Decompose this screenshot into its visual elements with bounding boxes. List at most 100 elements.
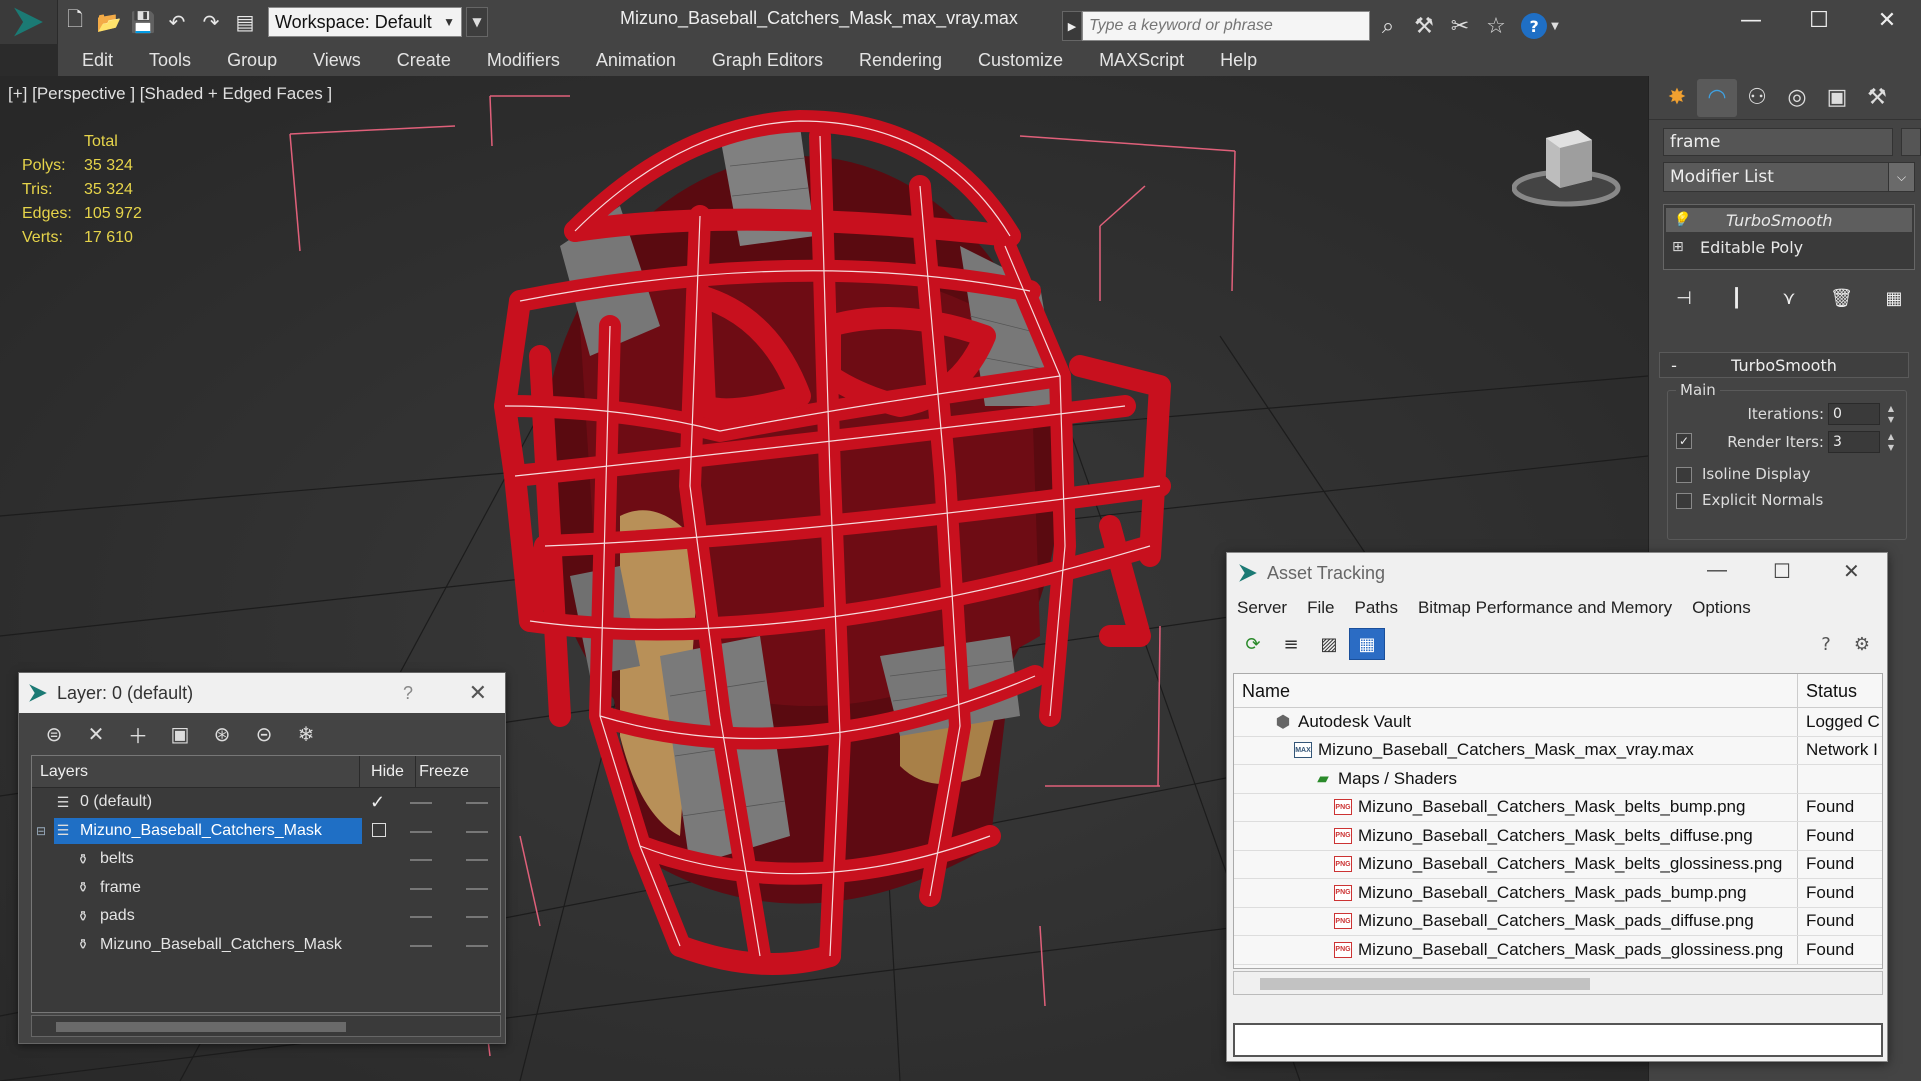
col-freeze[interactable]: Freeze (416, 756, 472, 788)
search-input[interactable] (1082, 11, 1370, 41)
asset-row[interactable]: PNG Mizuno_Baseball_Catchers_Mask_belts_g… (1234, 850, 1882, 879)
table-view-icon[interactable]: ▦ (1349, 628, 1385, 660)
scrollbar-thumb[interactable] (1260, 978, 1590, 990)
asset-row[interactable]: MAX Mizuno_Baseball_Catchers_Mask_max_vra… (1234, 736, 1882, 765)
close-icon[interactable]: ✕ (469, 680, 487, 706)
menu-create[interactable]: Create (379, 50, 469, 71)
asset-row[interactable]: PNG Mizuno_Baseball_Catchers_Mask_pads_di… (1234, 907, 1882, 936)
freeze-toggle[interactable] (466, 802, 488, 804)
col-status[interactable]: Status (1798, 674, 1857, 708)
layer-horizontal-scrollbar[interactable] (31, 1015, 501, 1037)
maximize-icon[interactable]: ☐ (1773, 559, 1791, 584)
hide-all-layers-icon[interactable]: ⊝ (243, 718, 285, 750)
hide-toggle[interactable] (410, 859, 432, 861)
asset-row[interactable]: PNG Mizuno_Baseball_Catchers_Mask_pads_gl… (1234, 936, 1882, 965)
menu-maxscript[interactable]: MAXScript (1081, 50, 1202, 71)
asset-row[interactable]: ▰ Maps / Shaders (1234, 765, 1882, 794)
menu-customize[interactable]: Customize (960, 50, 1081, 71)
minimize-icon[interactable]: — (1707, 559, 1727, 582)
new-file-icon[interactable]: 🗋 (58, 5, 92, 39)
isoline-display-checkbox[interactable] (1676, 467, 1692, 483)
motion-tab-icon[interactable]: ◎ (1777, 79, 1817, 117)
freeze-toggle[interactable] (466, 916, 488, 918)
col-name[interactable]: Name (1234, 673, 1798, 708)
tools-icon[interactable]: ⚒ (1406, 8, 1442, 44)
hide-toggle[interactable] (410, 830, 432, 833)
stack-item-turbosmooth[interactable]: 💡 TurboSmooth (1666, 208, 1912, 232)
explicit-normals-checkbox[interactable] (1676, 493, 1692, 509)
layer-row[interactable]: ⚱ belts (32, 845, 500, 874)
freeze-toggle[interactable] (466, 944, 488, 947)
app-logo-icon[interactable] (0, 0, 58, 44)
refresh-icon[interactable]: ⟳ (1235, 628, 1271, 660)
thumbnail-view-icon[interactable]: ▨ (1311, 628, 1347, 660)
layer-row[interactable]: ⚱ frame (32, 874, 500, 903)
hide-toggle[interactable] (410, 944, 432, 947)
render-iters-spinner[interactable]: 3 (1828, 431, 1880, 453)
layer-row[interactable]: ⚱ pads (32, 902, 500, 931)
asset-settings-icon[interactable]: ⚙ (1847, 629, 1877, 659)
menu-help[interactable]: Help (1202, 50, 1275, 71)
favorites-star-icon[interactable]: ☆ (1478, 8, 1514, 44)
asset-menu-paths[interactable]: Paths (1344, 598, 1407, 618)
menu-graph-editors[interactable]: Graph Editors (694, 50, 841, 71)
modify-tab-icon[interactable]: ◠ (1697, 78, 1737, 117)
lightbulb-icon[interactable]: 💡 (1672, 212, 1694, 228)
menu-group[interactable]: Group (209, 50, 295, 71)
layer-dialog-titlebar[interactable]: Layer: 0 (default) ? ✕ (19, 673, 505, 713)
remove-modifier-icon[interactable]: 🗑 (1827, 283, 1857, 313)
object-color-swatch[interactable] (1901, 128, 1921, 156)
scrollbar-thumb[interactable] (56, 1022, 346, 1032)
hide-toggle[interactable] (410, 887, 432, 890)
asset-status-field[interactable] (1233, 1023, 1883, 1057)
asset-menu-options[interactable]: Options (1682, 598, 1761, 618)
pin-icon[interactable]: ✂ (1442, 8, 1478, 44)
layer-row[interactable]: ⚱ Mizuno_Baseball_Catchers_Mask (32, 931, 500, 960)
freeze-toggle[interactable] (466, 859, 488, 861)
menu-modifiers[interactable]: Modifiers (469, 50, 578, 71)
asset-menu-server[interactable]: Server (1227, 598, 1297, 618)
col-layers[interactable]: Layers (32, 755, 360, 788)
menu-views[interactable]: Views (295, 50, 379, 71)
maximize-icon[interactable]: ☐ (1785, 0, 1853, 40)
set-current-layer-box[interactable] (372, 822, 386, 837)
stack-item-editable-poly[interactable]: ⊞ Editable Poly (1666, 235, 1912, 259)
object-name-field[interactable]: frame (1663, 128, 1893, 156)
expand-plus-icon[interactable]: ⊞ (1672, 239, 1694, 255)
menu-tools[interactable]: Tools (131, 50, 209, 71)
display-tab-icon[interactable]: ▣ (1817, 79, 1857, 117)
spinner-arrows-icon[interactable]: ▲ ▼ (1884, 403, 1898, 425)
collapse-icon[interactable]: ⊟ (36, 824, 54, 838)
add-to-layer-icon[interactable]: ＋ (117, 718, 159, 750)
save-file-icon[interactable]: 💾 (126, 5, 160, 39)
menu-edit[interactable]: Edit (58, 50, 131, 71)
asset-menu-bitmap-performance[interactable]: Bitmap Performance and Memory (1408, 598, 1682, 618)
make-unique-icon[interactable]: ⋎ (1774, 283, 1804, 313)
current-layer-check-icon[interactable]: ✓ (370, 792, 385, 813)
pin-stack-icon[interactable]: ⊣ (1669, 283, 1699, 313)
asset-help-icon[interactable]: ? (1811, 629, 1841, 659)
asset-row[interactable]: ⬢ Autodesk Vault Logged C (1234, 708, 1882, 737)
asset-menu-file[interactable]: File (1297, 598, 1344, 618)
show-end-result-icon[interactable]: ┃ (1722, 283, 1752, 313)
freeze-toggle[interactable] (466, 830, 488, 833)
freeze-all-layers-icon[interactable]: ❄ (285, 718, 327, 750)
viewcube-icon[interactable] (1512, 120, 1632, 210)
iterations-spinner[interactable]: 0 (1828, 403, 1880, 425)
freeze-toggle[interactable] (466, 887, 488, 890)
delete-layer-icon[interactable]: ✕ (75, 718, 117, 750)
modifier-list-dropdown[interactable]: Modifier List ⌵ (1663, 162, 1915, 192)
workspace-menu-button[interactable]: ▼ (466, 7, 488, 37)
hide-toggle[interactable] (410, 916, 432, 918)
configure-sets-icon[interactable]: ▦ (1879, 283, 1909, 313)
help-icon[interactable]: ? (403, 683, 413, 704)
create-tab-icon[interactable]: ✸ (1657, 79, 1697, 117)
turbosmooth-rollout-header[interactable]: - TurboSmooth (1659, 352, 1909, 378)
menu-animation[interactable]: Animation (578, 50, 694, 71)
asset-row[interactable]: PNG Mizuno_Baseball_Catchers_Mask_pads_bu… (1234, 879, 1882, 908)
undo-icon[interactable]: ↶ (160, 5, 194, 39)
col-hide[interactable]: Hide (360, 755, 416, 788)
list-view-icon[interactable]: ≡ (1273, 628, 1309, 660)
hide-toggle[interactable] (410, 802, 432, 804)
close-icon[interactable]: ✕ (1853, 0, 1921, 40)
